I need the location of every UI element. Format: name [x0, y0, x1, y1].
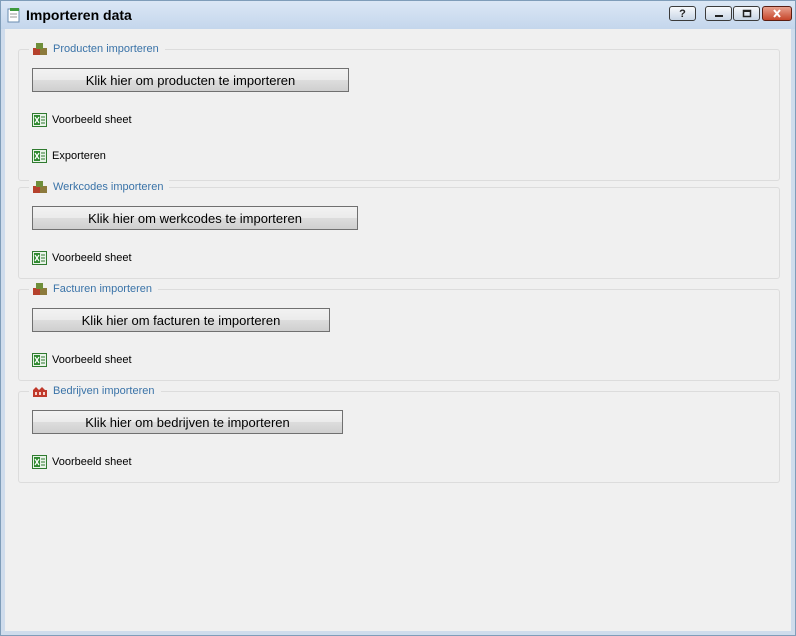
- group-legend: Werkcodes importeren: [29, 178, 170, 196]
- excel-icon: [32, 353, 47, 367]
- group-legend: Facturen importeren: [29, 280, 159, 298]
- link-label: Voorbeeld sheet: [52, 354, 132, 366]
- group-legend: Producten importeren: [29, 40, 165, 58]
- boxes-icon: [33, 283, 47, 295]
- close-button[interactable]: [762, 6, 792, 21]
- excel-icon: [32, 149, 47, 163]
- help-button[interactable]: ?: [669, 6, 696, 21]
- link-label: Exporteren: [52, 150, 106, 162]
- factory-icon: [33, 387, 47, 397]
- group-title: Producten importeren: [53, 43, 159, 55]
- import-facturen-button[interactable]: Klik hier om facturen te importeren: [32, 308, 330, 332]
- link-label: Voorbeeld sheet: [52, 114, 132, 126]
- voorbeeld-sheet-link[interactable]: Voorbeeld sheet: [32, 250, 132, 266]
- group-title: Werkcodes importeren: [53, 181, 164, 193]
- voorbeeld-sheet-link[interactable]: Voorbeeld sheet: [32, 112, 132, 128]
- boxes-icon: [33, 181, 47, 193]
- maximize-icon: [742, 9, 751, 18]
- import-bedrijven-button[interactable]: Klik hier om bedrijven te importeren: [32, 410, 343, 434]
- window-title: Importeren data: [26, 7, 132, 23]
- group-werkcodes: Werkcodes importeren Klik hier om werkco…: [18, 178, 780, 279]
- import-werkcodes-button[interactable]: Klik hier om werkcodes te importeren: [32, 206, 358, 230]
- exporteren-link[interactable]: Exporteren: [32, 148, 106, 164]
- close-icon: [773, 9, 781, 18]
- minimize-button[interactable]: [705, 6, 732, 21]
- maximize-button[interactable]: [733, 6, 760, 21]
- group-title: Bedrijven importeren: [53, 385, 155, 397]
- group-producten: Producten importeren Klik hier om produc…: [18, 40, 780, 181]
- excel-icon: [32, 251, 47, 265]
- link-label: Voorbeeld sheet: [52, 456, 132, 468]
- import-window: Importeren data ? Producten importeren K…: [0, 0, 796, 636]
- voorbeeld-sheet-link[interactable]: Voorbeeld sheet: [32, 352, 132, 368]
- voorbeeld-sheet-link[interactable]: Voorbeeld sheet: [32, 454, 132, 470]
- boxes-icon: [33, 43, 47, 55]
- import-producten-button[interactable]: Klik hier om producten te importeren: [32, 68, 349, 92]
- group-legend: Bedrijven importeren: [29, 382, 161, 400]
- link-label: Voorbeeld sheet: [52, 252, 132, 264]
- minimize-icon: [714, 14, 723, 17]
- title-bar[interactable]: Importeren data ?: [1, 1, 795, 29]
- help-icon: ?: [679, 7, 686, 20]
- group-title: Facturen importeren: [53, 283, 153, 295]
- content-area: Producten importeren Klik hier om produc…: [5, 29, 791, 632]
- group-bedrijven: Bedrijven importeren Klik hier om bedrij…: [18, 382, 780, 483]
- app-icon: [7, 8, 20, 23]
- excel-icon: [32, 113, 47, 127]
- window-frame-bottom: [1, 631, 795, 635]
- group-facturen: Facturen importeren Klik hier om facture…: [18, 280, 780, 381]
- excel-icon: [32, 455, 47, 469]
